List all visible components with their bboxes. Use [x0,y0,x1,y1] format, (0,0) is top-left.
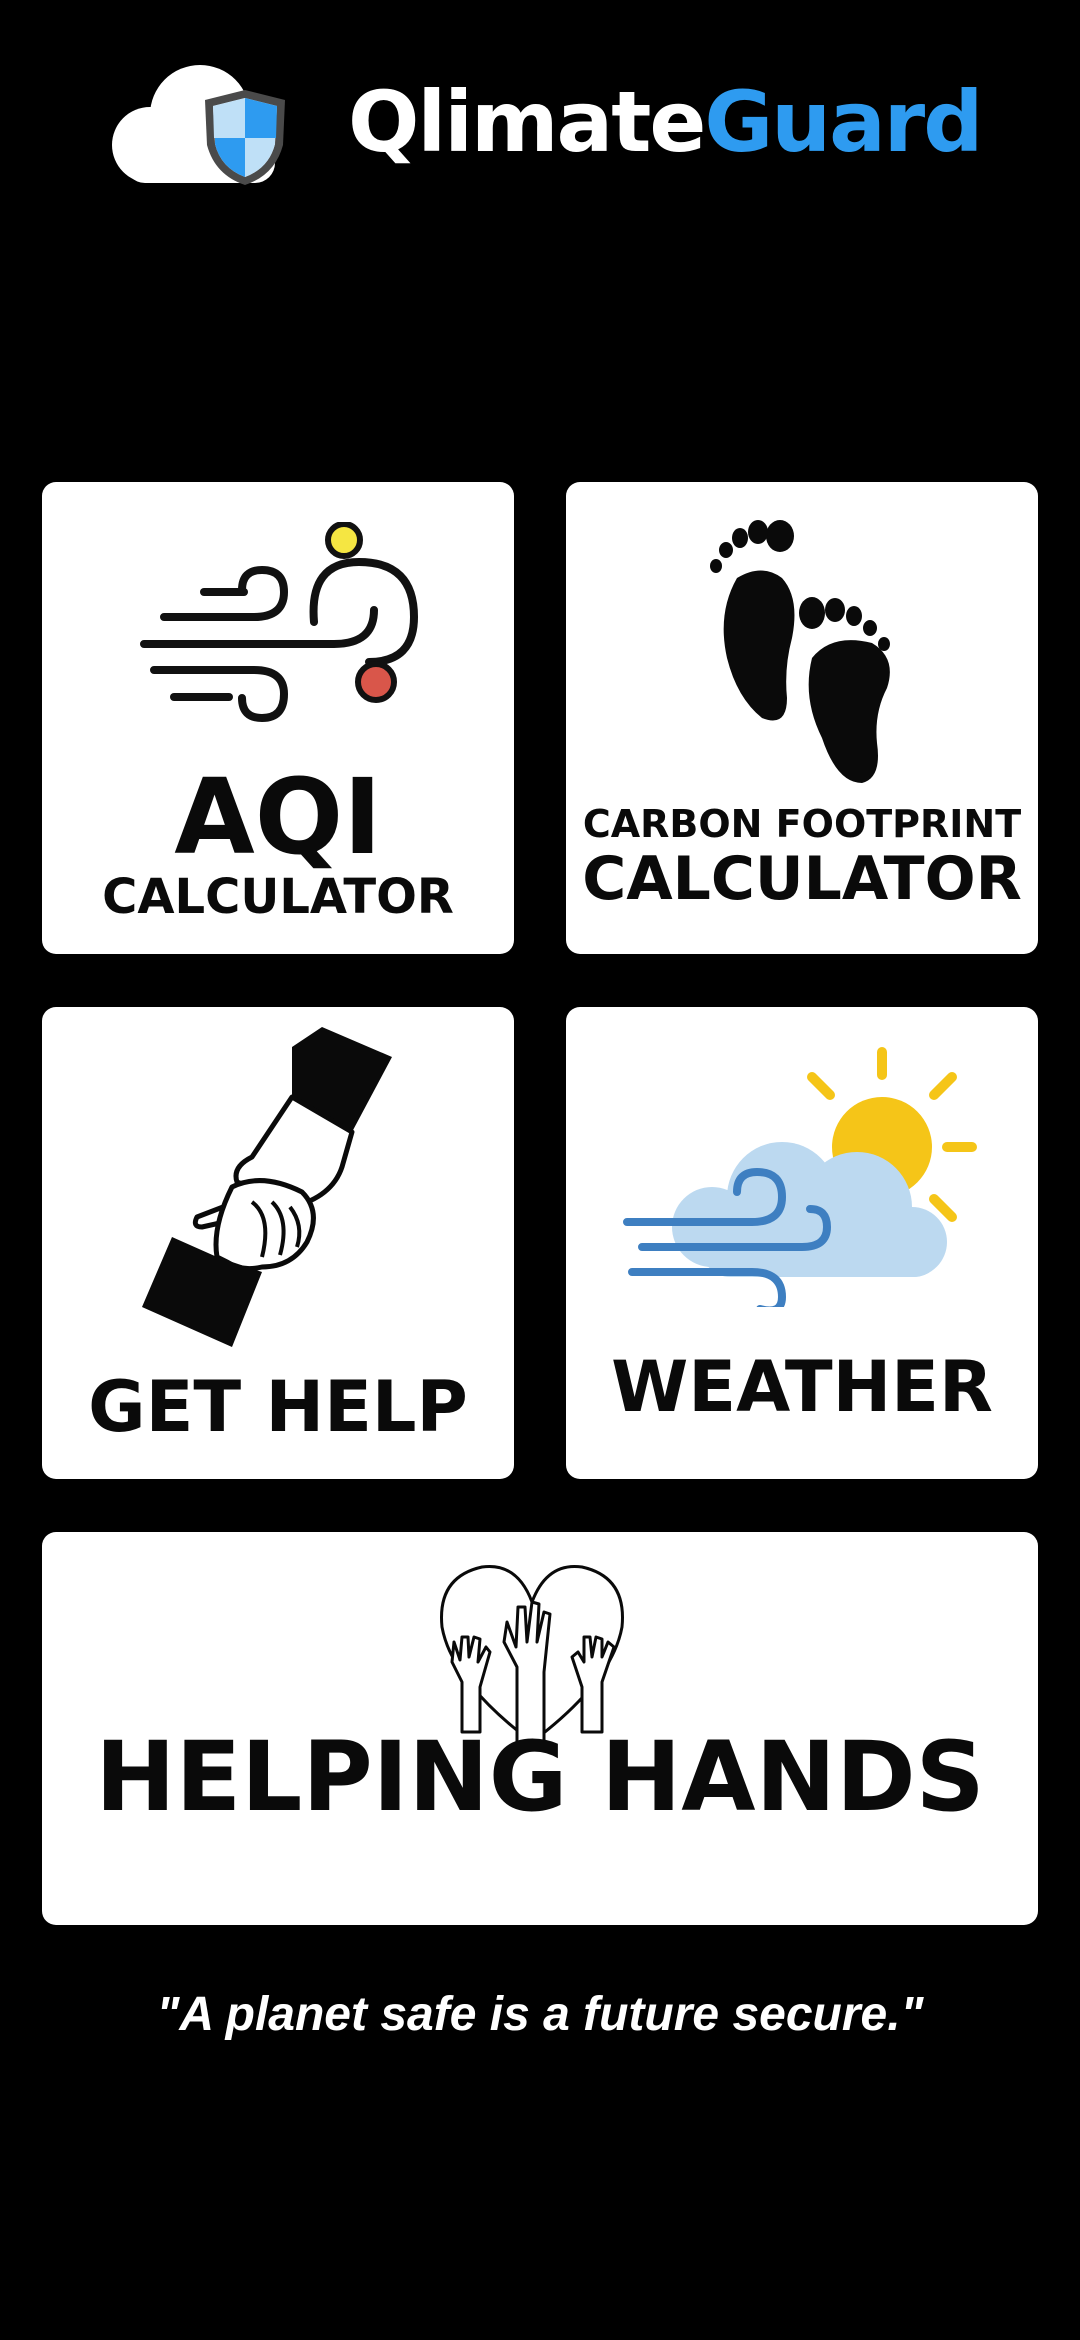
app-title: QlimateGuard [348,72,983,172]
aqi-sublabel: CALCULATOR [102,869,454,925]
aqi-calculator-tile[interactable]: AQI CALCULATOR [42,482,514,954]
carbon-footprint-tile[interactable]: CARBON FOOTPRINT CALCULATOR [566,482,1038,954]
wind-air-quality-icon [140,522,419,723]
tagline-quote: "A planet safe is a future secure." [156,1988,924,2041]
helping-hands-tile[interactable]: HELPING HANDS [42,1532,1038,1925]
get-help-tile[interactable]: GET HELP [42,1007,514,1479]
cloud-shield-logo-icon [112,65,285,185]
footprints-icon [710,520,890,783]
carbon-footprint-toplabel: CARBON FOOTPRINT [582,802,1022,846]
weather-label: WEATHER [611,1346,993,1428]
app-title-part1: Qlimate [348,73,706,171]
app-header: QlimateGuard [0,0,1080,250]
helping-hand-icon [142,1027,392,1347]
aqi-label: AQI [174,756,382,878]
weather-tile[interactable]: WEATHER [566,1007,1038,1479]
carbon-footprint-label: CALCULATOR [582,844,1022,914]
helping-hands-label: HELPING HANDS [95,1721,985,1833]
sun-cloud-wind-icon [623,1047,977,1307]
app-title-part2: Guard [704,73,983,171]
get-help-label: GET HELP [88,1366,468,1448]
